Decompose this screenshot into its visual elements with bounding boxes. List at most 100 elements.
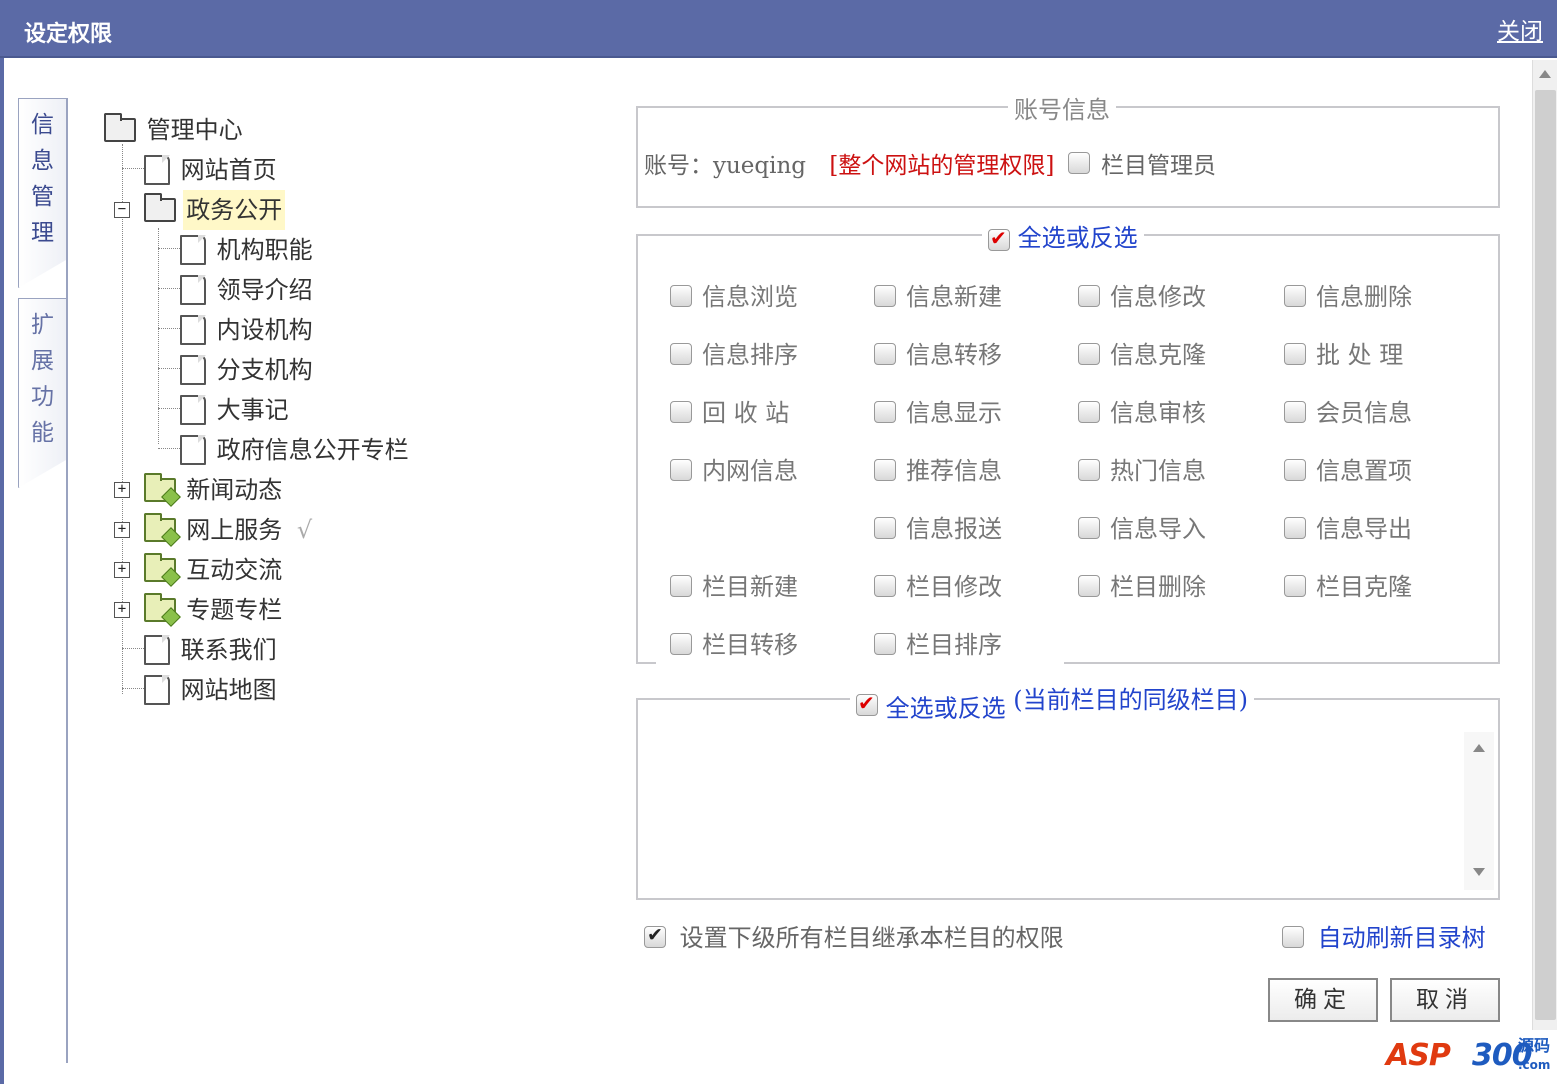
permission-checkbox[interactable] (874, 284, 896, 307)
permission-checkbox[interactable] (670, 458, 692, 481)
permission-checkbox[interactable] (874, 400, 896, 423)
tree-node[interactable]: 领导介绍 (180, 268, 316, 308)
permission-checkbox[interactable] (1078, 400, 1100, 423)
permission-item[interactable]: 批 处 理 (1284, 338, 1403, 372)
permission-checkbox[interactable] (1078, 574, 1100, 597)
tree-node-label: 联系我们 (180, 635, 277, 664)
permission-checkbox[interactable] (1284, 400, 1306, 423)
auto-refresh-checkbox[interactable] (1282, 925, 1304, 948)
permission-item[interactable]: 信息浏览 (670, 280, 798, 314)
tree-node-collapsed[interactable]: + 互动交流 (114, 548, 285, 588)
permission-item[interactable]: 信息删除 (1284, 280, 1412, 314)
permission-item[interactable]: 信息置项 (1284, 454, 1412, 488)
permission-checkbox[interactable] (1078, 284, 1100, 307)
tab-info-management[interactable]: 信 息 管 理 (18, 98, 66, 288)
tree-node[interactable]: 分支机构 (180, 348, 316, 388)
tree-node[interactable]: 内设机构 (180, 308, 316, 348)
tree-node[interactable]: 机构职能 (180, 228, 316, 268)
tree-node-collapsed[interactable]: + 新闻动态 (114, 468, 285, 508)
permission-item[interactable]: 热门信息 (1078, 454, 1206, 488)
tree-node[interactable]: 大事记 (180, 388, 292, 428)
scroll-up-arrow-icon[interactable] (1539, 70, 1551, 78)
permission-checkbox[interactable] (874, 574, 896, 597)
scrollbar-thumb[interactable] (1535, 90, 1556, 1020)
sibling-legend[interactable]: 全选或反选 (当前栏目的同级栏目) (850, 680, 1255, 724)
permission-checkbox[interactable] (1284, 458, 1306, 481)
permission-item[interactable]: 内网信息 (670, 454, 798, 488)
tree-node-label: 领导介绍 (216, 275, 313, 304)
scroll-up-arrow-icon[interactable] (1473, 744, 1485, 752)
tree-node-collapsed[interactable]: + 专题专栏 (114, 588, 285, 628)
permission-item[interactable]: 栏目排序 (874, 628, 1002, 662)
expand-toggle-icon[interactable]: + (114, 521, 130, 538)
permission-item[interactable]: 信息导出 (1284, 512, 1412, 546)
expand-toggle-icon[interactable]: + (114, 561, 130, 578)
ok-button[interactable]: 确定 (1268, 978, 1378, 1022)
tree-node[interactable]: 联系我们 (144, 628, 280, 668)
tree-node-root[interactable]: 管理中心 (104, 108, 246, 148)
auto-refresh-option[interactable]: 自动刷新目录树 (1282, 918, 1486, 953)
permission-checkbox[interactable] (1078, 342, 1100, 365)
permission-item[interactable]: 信息转移 (874, 338, 1002, 372)
sibling-select-all-checkbox[interactable] (856, 691, 878, 716)
permission-checkbox[interactable] (1284, 342, 1306, 365)
permission-item[interactable]: 信息排序 (670, 338, 798, 372)
permission-item[interactable]: 信息导入 (1078, 512, 1206, 546)
permission-item[interactable]: 栏目新建 (670, 570, 798, 604)
permission-label: 热门信息 (1110, 457, 1206, 485)
permission-item[interactable]: 信息克隆 (1078, 338, 1206, 372)
permission-checkbox[interactable] (874, 516, 896, 539)
expand-toggle-icon[interactable]: + (114, 601, 130, 618)
permission-checkbox[interactable] (670, 574, 692, 597)
permission-checkbox[interactable] (670, 284, 692, 307)
permission-item[interactable]: 信息显示 (874, 396, 1002, 430)
select-all-checkbox[interactable] (988, 226, 1010, 251)
permission-item[interactable]: 推荐信息 (874, 454, 1002, 488)
inherit-option[interactable]: 设置下级所有栏目继承本栏目的权限 (644, 918, 1064, 953)
permission-item[interactable]: 栏目删除 (1078, 570, 1206, 604)
document-icon (180, 434, 206, 465)
tree-node[interactable]: 网站首页 (144, 148, 280, 188)
permission-checkbox[interactable] (874, 632, 896, 655)
permission-checkbox[interactable] (1284, 284, 1306, 307)
permission-item[interactable]: 栏目克隆 (1284, 570, 1412, 604)
permission-item[interactable]: 信息修改 (1078, 280, 1206, 314)
tree-node[interactable]: 政府信息公开专栏 (180, 428, 412, 468)
expand-toggle-icon[interactable]: + (114, 481, 130, 498)
permission-item[interactable]: 栏目转移 (670, 628, 798, 662)
tree-line (158, 408, 180, 409)
tab-extended-functions[interactable]: 扩 展 功 能 (18, 298, 66, 488)
permission-item[interactable]: 栏目修改 (874, 570, 1002, 604)
permission-checkbox[interactable] (874, 342, 896, 365)
permission-label: 信息新建 (906, 283, 1002, 311)
vertical-tab-bar: 信 息 管 理 扩 展 功 能 (16, 98, 68, 1063)
tree-node-expanded[interactable]: − 政务公开 (114, 188, 286, 230)
main-scrollbar[interactable] (1532, 60, 1557, 1030)
document-icon (144, 674, 170, 705)
permission-checkbox[interactable] (670, 400, 692, 423)
permission-item[interactable]: 会员信息 (1284, 396, 1412, 430)
cancel-button[interactable]: 取消 (1390, 978, 1500, 1022)
scroll-down-arrow-icon[interactable] (1473, 868, 1485, 876)
permission-item[interactable]: 信息新建 (874, 280, 1002, 314)
permission-item[interactable]: 回 收 站 (670, 396, 789, 430)
permission-checkbox[interactable] (1078, 516, 1100, 539)
permission-checkbox[interactable] (1284, 516, 1306, 539)
permission-checkbox[interactable] (670, 342, 692, 365)
permission-item[interactable]: 信息报送 (874, 512, 1002, 546)
tree-node-collapsed[interactable]: + 网上服务 √ (114, 508, 312, 548)
document-icon (180, 354, 206, 385)
tree-node[interactable]: 网站地图 (144, 668, 280, 708)
collapse-toggle-icon[interactable]: − (114, 201, 130, 218)
sibling-list-scrollbar[interactable] (1464, 732, 1494, 890)
inherit-checkbox[interactable] (644, 924, 666, 948)
permission-item[interactable]: 信息审核 (1078, 396, 1206, 430)
permission-checkbox[interactable] (1078, 458, 1100, 481)
permission-label: 栏目新建 (702, 573, 798, 601)
close-link[interactable]: 关闭 (1497, 12, 1543, 46)
permission-checkbox[interactable] (874, 458, 896, 481)
column-admin-checkbox[interactable] (1067, 152, 1090, 174)
permission-checkbox[interactable] (670, 632, 692, 655)
permissions-legend[interactable]: 全选或反选 (982, 218, 1144, 253)
permission-checkbox[interactable] (1284, 574, 1306, 597)
